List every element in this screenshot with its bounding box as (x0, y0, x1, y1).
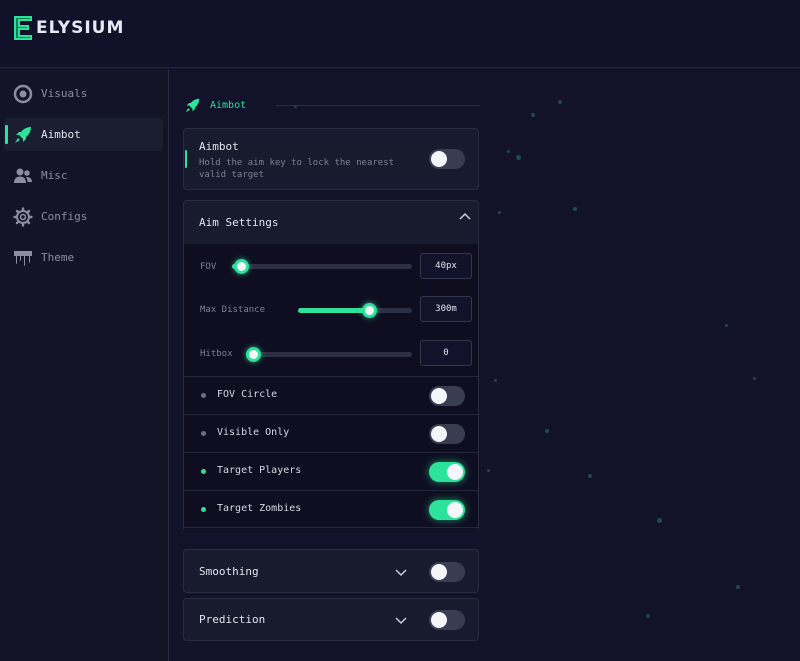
chevron-down-icon[interactable] (395, 566, 407, 578)
background-particle (494, 379, 497, 382)
app-header: ELYSIUM (0, 0, 800, 68)
aim-settings-header[interactable]: Aim Settings (183, 200, 479, 245)
aimbot-card-description: Hold the aim key to lock the nearest val… (199, 158, 395, 180)
background-particle (657, 518, 662, 523)
option-label: FOV Circle (217, 389, 278, 400)
sidebar-item-misc[interactable]: Misc (4, 159, 163, 192)
sidebar-item-label: Misc (41, 169, 68, 182)
toggle-knob (431, 388, 447, 404)
slider-thumb[interactable] (233, 259, 249, 274)
smoothing-card[interactable]: Smoothing (183, 549, 479, 593)
fov-circle-toggle[interactable] (429, 386, 465, 406)
slider-thumb[interactable] (246, 347, 261, 362)
option-row-visible-only: Visible Only (184, 414, 478, 452)
sidebar-item-label: Aimbot (41, 128, 81, 141)
aimbot-toggle[interactable] (429, 149, 465, 169)
background-particle (588, 474, 592, 478)
option-row-target-zombies: Target Zombies (184, 490, 478, 528)
status-dot (201, 393, 206, 398)
background-particle (646, 614, 650, 618)
toggle-knob (431, 151, 447, 167)
sidebar-item-label: Visuals (41, 87, 88, 100)
background-particle (725, 324, 728, 327)
aimbot-card: Aimbot Hold the aim key to lock the near… (183, 128, 479, 190)
background-particle (507, 150, 510, 153)
section-title-label: Aimbot (210, 99, 247, 111)
background-particle (573, 207, 577, 211)
aimbot-card-title: Aimbot (199, 140, 239, 153)
rocket-icon (185, 98, 200, 112)
fov-slider[interactable] (232, 259, 412, 274)
sidebar-item-theme[interactable]: Theme (4, 241, 163, 274)
section-title: Aimbot (184, 96, 480, 114)
sidebar-item-label: Configs (41, 210, 88, 223)
status-dot (201, 469, 206, 474)
background-particle (531, 113, 535, 117)
background-particle (545, 429, 549, 433)
active-indicator (5, 125, 8, 144)
toggle-knob (447, 464, 463, 480)
sidebar: Visuals Aimbot Misc Configs Theme (0, 69, 169, 661)
background-particle (487, 469, 490, 472)
option-row-target-players: Target Players (184, 452, 478, 490)
background-particle (516, 155, 521, 160)
chevron-down-icon[interactable] (395, 614, 407, 626)
prediction-title: Prediction (199, 613, 266, 626)
gear-icon (13, 207, 33, 227)
sidebar-item-configs[interactable]: Configs (4, 200, 163, 233)
hitbox-value[interactable]: 0 (420, 340, 472, 366)
brand-logo: ELYSIUM (12, 14, 124, 42)
toggle-knob (447, 502, 463, 518)
eye-icon (13, 84, 33, 104)
option-label: Visible Only (217, 427, 290, 438)
prediction-toggle[interactable] (429, 610, 465, 630)
chevron-up-icon[interactable] (459, 211, 471, 223)
background-particle (736, 585, 740, 589)
toggle-knob (431, 612, 447, 628)
fov-value[interactable]: 40px (420, 253, 472, 279)
hitbox-label: Hitbox (200, 349, 233, 359)
background-particle (558, 100, 562, 104)
toggle-knob (431, 564, 447, 580)
toggle-knob (431, 426, 447, 442)
card-accent-bar (185, 150, 187, 168)
background-particle (498, 211, 501, 214)
option-row-fov-circle: FOV Circle (184, 376, 478, 414)
option-label: Target Zombies (217, 503, 302, 514)
fov-label: FOV (200, 262, 217, 272)
main-panel: Aimbot Aimbot Hold the aim key to lock t… (170, 69, 800, 661)
status-dot (201, 431, 206, 436)
section-divider (276, 105, 480, 106)
aim-settings-title: Aim Settings (199, 216, 279, 229)
max-distance-value[interactable]: 300m (420, 296, 472, 322)
brand-name: ELYSIUM (36, 18, 125, 38)
slider-thumb[interactable] (361, 303, 377, 318)
paint-drip-icon (14, 251, 32, 266)
sidebar-item-visuals[interactable]: Visuals (4, 77, 163, 110)
hitbox-slider[interactable] (246, 347, 412, 362)
target-players-toggle[interactable] (429, 462, 465, 482)
max-distance-label: Max Distance (200, 305, 266, 315)
prediction-card[interactable]: Prediction (183, 598, 479, 641)
visible-only-toggle[interactable] (429, 424, 465, 444)
rocket-icon (15, 127, 31, 143)
users-icon (14, 168, 32, 183)
sidebar-item-aimbot[interactable]: Aimbot (4, 118, 163, 151)
max-distance-slider[interactable] (298, 303, 412, 318)
status-dot (201, 507, 206, 512)
background-particle (753, 377, 756, 380)
target-zombies-toggle[interactable] (429, 500, 465, 520)
aim-settings-body: FOV 40px Max Distance 300m Hitbox 0 FOV … (183, 244, 479, 529)
option-label: Target Players (217, 465, 302, 476)
smoothing-toggle[interactable] (429, 562, 465, 582)
smoothing-title: Smoothing (199, 565, 259, 578)
slider-fill (298, 308, 370, 313)
logo-mark-icon (14, 16, 32, 40)
sidebar-item-label: Theme (41, 251, 75, 264)
